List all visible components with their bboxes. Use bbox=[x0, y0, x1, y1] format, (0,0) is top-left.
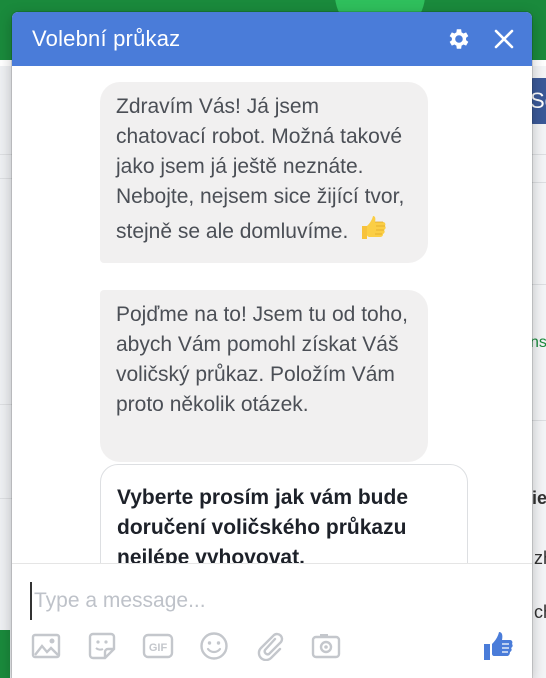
close-icon[interactable] bbox=[490, 25, 518, 53]
sticker-icon[interactable] bbox=[84, 628, 120, 664]
gif-label: GIF bbox=[149, 642, 168, 654]
background-divider bbox=[0, 404, 12, 405]
background-link: ns bbox=[530, 334, 546, 352]
message-composer: GIF bbox=[12, 563, 532, 678]
card-title: Vyberte prosím jak vám bude doručení vol… bbox=[117, 486, 408, 564]
message-input[interactable] bbox=[30, 582, 516, 620]
background-text: ch bbox=[534, 602, 546, 623]
background-divider bbox=[0, 178, 12, 179]
message-bubble: Pojďme na to! Jsem tu od toho, abych Vám… bbox=[100, 290, 428, 462]
message-list[interactable]: Zdravím Vás! Já jsem chatovací robot. Mo… bbox=[12, 66, 532, 564]
chat-window: Volební průkaz Zdravím Vás! Já jsem chat… bbox=[12, 12, 532, 678]
chat-title: Volební průkaz bbox=[32, 26, 181, 51]
composer-toolbar: GIF bbox=[28, 628, 364, 664]
gear-icon[interactable] bbox=[444, 25, 472, 53]
background-divider bbox=[0, 498, 12, 499]
background-link-text: ns bbox=[530, 334, 546, 351]
background-divider bbox=[532, 154, 546, 155]
quick-reply-card: Vyberte prosím jak vám bude doručení vol… bbox=[100, 464, 468, 564]
background-footer bbox=[0, 630, 10, 678]
message-text: Pojďme na to! Jsem tu od toho, abych Vám… bbox=[116, 303, 408, 416]
background-button: Sc bbox=[530, 78, 546, 124]
emoji-icon[interactable] bbox=[196, 628, 232, 664]
camera-icon[interactable] bbox=[308, 628, 344, 664]
like-icon[interactable] bbox=[478, 626, 518, 666]
background-button-text: Sc bbox=[530, 88, 546, 113]
attachment-icon[interactable] bbox=[252, 628, 288, 664]
thumbs-up-emoji bbox=[358, 212, 388, 251]
background-divider bbox=[0, 154, 12, 155]
background-text-2: ch bbox=[534, 602, 546, 622]
background-left-strip bbox=[0, 66, 12, 678]
background-text: zh bbox=[534, 548, 546, 569]
background-divider bbox=[532, 182, 546, 183]
message-bubble: Zdravím Vás! Já jsem chatovací robot. Mo… bbox=[100, 82, 428, 263]
image-icon[interactable] bbox=[28, 628, 64, 664]
gif-icon[interactable]: GIF bbox=[140, 628, 176, 664]
background-divider bbox=[532, 284, 546, 285]
background-text-1: zh bbox=[534, 548, 546, 568]
background-heading: ie bbox=[532, 488, 546, 509]
chat-header: Volební průkaz bbox=[12, 12, 532, 66]
background-heading-text: ie bbox=[532, 488, 546, 508]
background-divider bbox=[532, 420, 546, 421]
